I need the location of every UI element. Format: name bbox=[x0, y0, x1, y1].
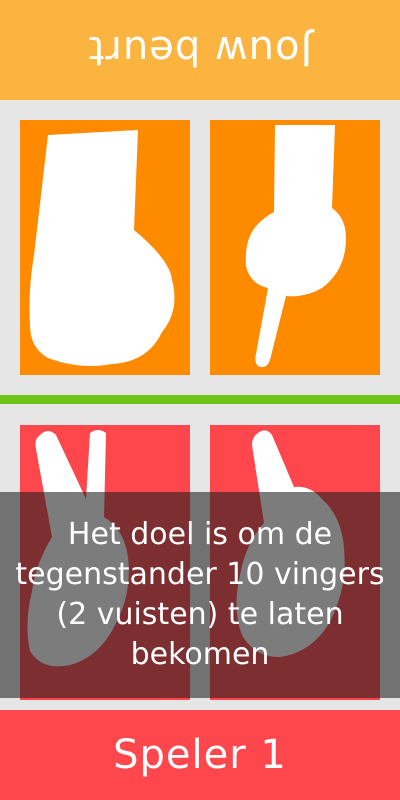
opponent-turn-label: Jouw beurt bbox=[87, 27, 313, 73]
opponent-turn-banner: Jouw beurt bbox=[0, 0, 400, 100]
instruction-text: Het doel is om de tegenstander 10 vinger… bbox=[15, 517, 385, 672]
instruction-overlay[interactable]: Het doel is om de tegenstander 10 vinger… bbox=[0, 492, 400, 698]
board-divider bbox=[0, 395, 400, 404]
opponent-left-hand[interactable] bbox=[20, 120, 190, 375]
player-name-label: Speler 1 bbox=[113, 732, 287, 778]
one-finger-icon bbox=[245, 125, 346, 368]
fist-icon bbox=[29, 130, 175, 366]
player-banner: Speler 1 bbox=[0, 710, 400, 800]
opponent-right-hand[interactable] bbox=[210, 120, 380, 375]
